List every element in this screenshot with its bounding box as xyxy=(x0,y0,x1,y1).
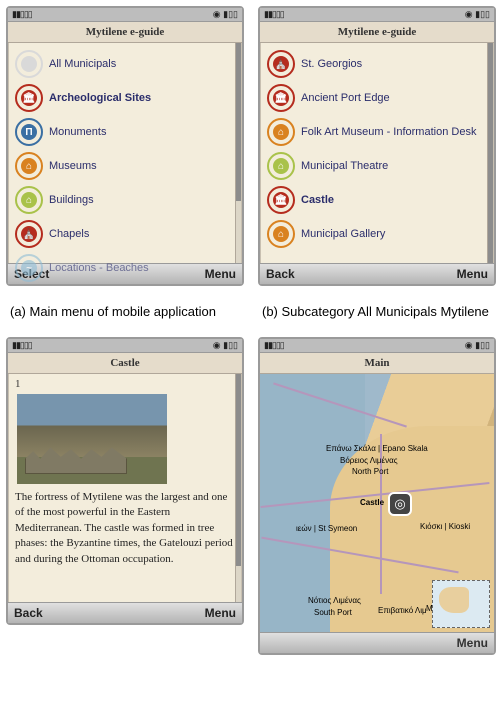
castle-photo xyxy=(17,394,167,484)
category-icon: ⛪ xyxy=(15,220,43,248)
battery-icon: ◉ ▮▯▯ xyxy=(213,9,238,20)
softkey-left[interactable]: Back xyxy=(14,606,43,620)
scrollbar[interactable] xyxy=(487,43,493,263)
battery-icon: ◉ ▮▯▯ xyxy=(465,9,490,20)
map-label: South Port xyxy=(314,608,352,617)
list-item[interactable]: 🏛 Castle xyxy=(265,183,487,217)
list-item-label: St. Georgios xyxy=(301,58,362,70)
map-label: Επιβατικό Λιμ xyxy=(378,606,427,615)
list-item-label: Locations - Beaches xyxy=(49,262,149,274)
list-item-label: Municipal Theatre xyxy=(301,160,388,172)
panel-subcategory: ▮▮▯▯▯ ◉ ▮▯▯ Mytilene e-guide ⛪ St. Georgi… xyxy=(258,6,496,286)
category-icon: ⌂ xyxy=(15,186,43,214)
signal-icon: ▮▮▯▯▯ xyxy=(12,340,32,351)
signal-icon: ▮▮▯▯▯ xyxy=(264,340,284,351)
list-item[interactable]: ⌂ Buildings xyxy=(13,183,235,217)
map-label: Νότιος Λιμένας xyxy=(308,596,361,605)
page-title: Mytilene e-guide xyxy=(8,22,242,43)
map-canvas[interactable]: ◎ Castle Επάνω Σκάλα | Epano Skala Βόρειο… xyxy=(260,374,494,632)
status-bar: ▮▮▯▯▯ ◉ ▮▯▯ xyxy=(8,8,242,22)
battery-icon: ◉ ▮▯▯ xyxy=(213,340,238,351)
map-marker-castle[interactable]: ◎ xyxy=(388,492,412,516)
list-item-label: Municipal Gallery xyxy=(301,228,385,240)
status-bar: ▮▮▯▯▯ ◉ ▮▯▯ xyxy=(260,8,494,22)
list-item-label: Museums xyxy=(49,160,97,172)
category-icon: ~ xyxy=(15,254,43,282)
list-item[interactable]: 🏛 Ancient Port Edge xyxy=(265,81,487,115)
panel-main-menu: ▮▮▯▯▯ ◉ ▮▯▯ Mytilene e-guide All Municip… xyxy=(6,6,244,286)
list-item[interactable]: ⛪ Chapels xyxy=(13,217,235,251)
article-index: 1 xyxy=(15,378,235,390)
page-title: Mytilene e-guide xyxy=(260,22,494,43)
list-item-label: Ancient Port Edge xyxy=(301,92,390,104)
list-item-label: Monuments xyxy=(49,126,106,138)
signal-icon: ▮▮▯▯▯ xyxy=(264,9,284,20)
battery-icon: ◉ ▮▯▯ xyxy=(465,340,490,351)
status-bar: ▮▮▯▯▯ ◉ ▮▯▯ xyxy=(260,339,494,353)
category-icon: ⌂ xyxy=(267,220,295,248)
map-inset[interactable] xyxy=(432,580,490,628)
category-icon: Π xyxy=(15,118,43,146)
category-icon: 🏛 xyxy=(267,84,295,112)
category-icon: 🏛 xyxy=(15,84,43,112)
list-item[interactable]: ⛪ St. Georgios xyxy=(265,47,487,81)
list-item[interactable]: ⌂ Municipal Theatre xyxy=(265,149,487,183)
category-icon: ⌂ xyxy=(15,152,43,180)
scrollbar[interactable] xyxy=(235,374,241,602)
list-item-label: Castle xyxy=(301,194,334,206)
list-item[interactable]: Π Monuments xyxy=(13,115,235,149)
list-item-label: All Municipals xyxy=(49,58,116,70)
scrollbar[interactable] xyxy=(235,43,241,263)
list-item[interactable]: 🏛 Archeological Sites xyxy=(13,81,235,115)
article-body: The fortress of Mytilene was the largest… xyxy=(15,490,235,567)
map-label: North Port xyxy=(352,467,388,476)
map-label: Κιόσκι | Kioski xyxy=(420,522,470,531)
map-label: Βόρειος Λιμένας xyxy=(340,456,398,465)
page-title: Main xyxy=(260,353,494,374)
signal-icon: ▮▮▯▯▯ xyxy=(12,9,32,20)
list-item[interactable]: ~ Locations - Beaches xyxy=(13,251,235,285)
category-icon: ⛪ xyxy=(267,50,295,78)
category-icon: ⌂ xyxy=(267,118,295,146)
panel-map: ▮▮▯▯▯ ◉ ▮▯▯ Main ◎ Castle Επάνω Σκάλα | … xyxy=(258,337,496,655)
softkey-right[interactable]: Menu xyxy=(457,636,488,650)
map-label: Επάνω Σκάλα | Epano Skala xyxy=(326,444,428,453)
list-item[interactable]: ⌂ Museums xyxy=(13,149,235,183)
list-item[interactable]: ⌂ Municipal Gallery xyxy=(265,217,487,251)
page-title: Castle xyxy=(8,353,242,374)
list-item-label: Buildings xyxy=(49,194,94,206)
panel-article: ▮▮▯▯▯ ◉ ▮▯▯ Castle 1 The fortress of Myt… xyxy=(6,337,244,625)
category-icon: ⌂ xyxy=(267,152,295,180)
category-icon xyxy=(15,50,43,78)
status-bar: ▮▮▯▯▯ ◉ ▮▯▯ xyxy=(8,339,242,353)
map-label: ιεών | St Symeon xyxy=(296,524,357,533)
softkey-left[interactable]: Back xyxy=(266,267,295,281)
list-item[interactable]: ⌂ Folk Art Museum - Information Desk xyxy=(265,115,487,149)
map-marker-label: Castle xyxy=(360,498,384,507)
softkey-right[interactable]: Menu xyxy=(457,267,488,281)
softkey-right[interactable]: Menu xyxy=(205,606,236,620)
list-item[interactable]: All Municipals xyxy=(13,47,235,81)
list-item-label: Archeological Sites xyxy=(49,92,151,104)
list-item-label: Chapels xyxy=(49,228,89,240)
list-item-label: Folk Art Museum - Information Desk xyxy=(301,126,476,138)
caption-a: (a) Main menu of mobile application xyxy=(6,296,244,327)
category-icon: 🏛 xyxy=(267,186,295,214)
caption-b: (b) Subcategory All Municipals Mytilene xyxy=(258,296,496,327)
